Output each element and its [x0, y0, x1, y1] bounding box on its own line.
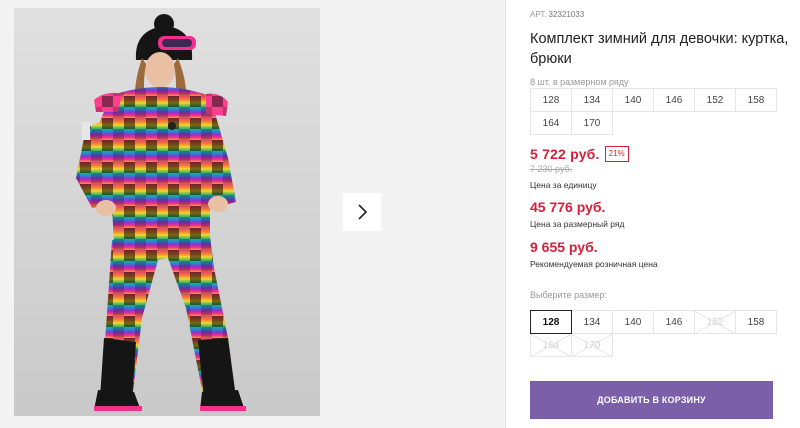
- sku-value: 32321033: [548, 10, 585, 19]
- size-row-cell: 146: [653, 88, 695, 112]
- chevron-right-icon: [358, 204, 368, 220]
- size-option-unavailable: 170: [571, 333, 613, 357]
- product-title: Комплект зимний для девочки: куртка, брю…: [530, 31, 789, 67]
- size-picker: 128 134 140 146 152 158 164 170: [530, 310, 778, 357]
- size-row-cell: 152: [694, 88, 736, 112]
- size-row-cell: 128: [530, 88, 572, 112]
- unit-price-row: 5 722 руб. 21%: [530, 146, 629, 162]
- size-option[interactable]: 140: [612, 310, 654, 334]
- add-to-cart-button[interactable]: ДОБАВИТЬ В КОРЗИНУ: [530, 381, 773, 419]
- size-row-cell: 134: [571, 88, 613, 112]
- product-page: АРТ. 32321033 Комплект зимний для девочки…: [0, 0, 800, 428]
- rrp-price: 9 655 руб.: [530, 239, 598, 255]
- row-price-label: Цена за размерный ряд: [530, 219, 625, 229]
- old-price: 7 230 руб.: [530, 164, 573, 174]
- sku-label: АРТ.: [530, 10, 547, 19]
- size-row-grid: 128 134 140 146 152 158 164 170: [530, 88, 778, 135]
- choose-size-label: Выберите размер:: [530, 290, 607, 300]
- product-photo: [14, 8, 320, 416]
- size-option[interactable]: 128: [530, 310, 572, 334]
- size-row-cell: 140: [612, 88, 654, 112]
- size-option[interactable]: 146: [653, 310, 695, 334]
- sku: АРТ. 32321033: [530, 10, 584, 19]
- unit-price-label: Цена за единицу: [530, 180, 597, 190]
- row-price: 45 776 руб.: [530, 199, 606, 215]
- discount-badge: 21%: [604, 146, 629, 162]
- size-row-note: 8 шт. в размерном ряду: [530, 77, 629, 87]
- size-row-cell: 158: [735, 88, 777, 112]
- product-gallery: [0, 0, 506, 428]
- size-option[interactable]: 158: [735, 310, 777, 334]
- size-option-unavailable: 152: [694, 310, 736, 334]
- size-option-unavailable: 164: [530, 333, 572, 357]
- unit-price: 5 722 руб.: [530, 146, 600, 162]
- size-row-cell: 164: [530, 111, 572, 135]
- size-option[interactable]: 134: [571, 310, 613, 334]
- product-info: АРТ. 32321033 Комплект зимний для девочки…: [530, 0, 800, 428]
- rrp-price-label: Рекомендуемая розничная цена: [530, 259, 658, 269]
- gallery-next-button[interactable]: [343, 193, 381, 231]
- size-row-cell: 170: [571, 111, 613, 135]
